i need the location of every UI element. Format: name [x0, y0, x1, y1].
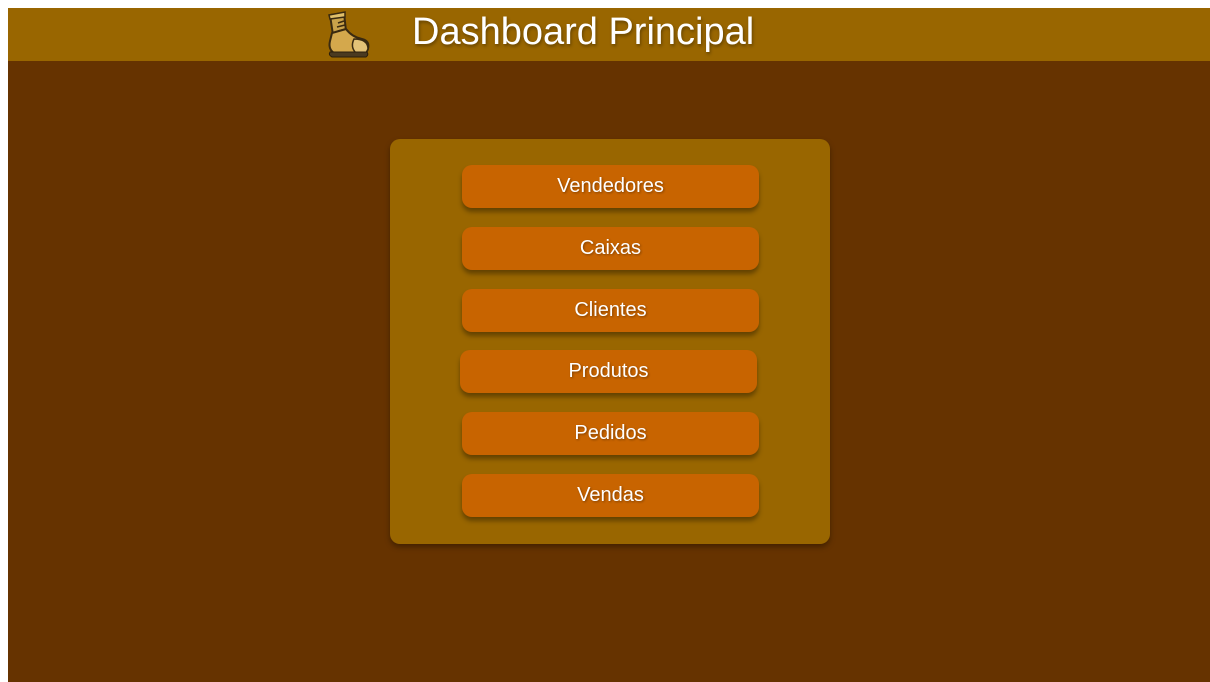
- pedidos-button[interactable]: Pedidos: [462, 412, 759, 455]
- page-title: Dashboard Principal: [412, 11, 755, 53]
- header-bar: Dashboard Principal: [8, 8, 1210, 61]
- page-background: Dashboard Principal Vendedores Caixas Cl…: [8, 8, 1210, 682]
- caixas-button[interactable]: Caixas: [462, 227, 759, 270]
- boot-icon: [320, 9, 372, 61]
- clientes-button[interactable]: Clientes: [462, 289, 759, 332]
- vendas-button[interactable]: Vendas: [462, 474, 759, 517]
- menu-panel: Vendedores Caixas Clientes Produtos Pedi…: [390, 139, 830, 544]
- vendedores-button[interactable]: Vendedores: [462, 165, 759, 208]
- produtos-button[interactable]: Produtos: [460, 350, 757, 393]
